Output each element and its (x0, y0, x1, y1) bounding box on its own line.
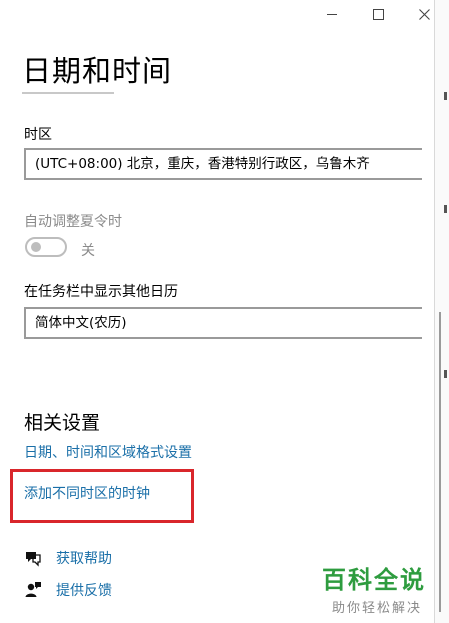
timezone-value: (UTC+08:00) 北京，重庆，香港特别行政区，乌鲁木齐 (35, 156, 370, 172)
minimize-button[interactable] (309, 0, 355, 28)
edge-mark (444, 370, 447, 378)
dst-toggle-state: 关 (81, 243, 95, 259)
edge-mark (444, 92, 447, 100)
toggle-knob (31, 242, 41, 252)
timezone-dropdown[interactable]: (UTC+08:00) 北京，重庆，香港特别行政区，乌鲁木齐 (24, 148, 422, 180)
timezone-label: 时区 (24, 127, 52, 143)
title-underline (22, 92, 114, 94)
calendar-label: 在任务栏中显示其他日历 (24, 284, 178, 300)
title-bar (0, 0, 449, 28)
watermark-main-text: 百科全说 (322, 566, 426, 594)
calendar-value: 简体中文(农历) (35, 315, 127, 331)
page-title: 日期和时间 (22, 54, 173, 88)
watermark: 百科全说 助你轻松解决 (322, 560, 442, 616)
maximize-icon (372, 8, 384, 20)
annotation-highlight-box (10, 469, 194, 523)
feedback-row[interactable]: 提供反馈 (24, 580, 112, 600)
watermark-sub-text: 助你轻松解决 (332, 601, 423, 616)
feedback-link[interactable]: 提供反馈 (56, 580, 112, 600)
close-icon (418, 8, 430, 20)
edge-mark (444, 205, 447, 213)
help-chat-icon (24, 549, 42, 567)
background-window-edge (434, 0, 449, 623)
get-help-row[interactable]: 获取帮助 (24, 548, 112, 568)
dst-toggle[interactable] (25, 237, 67, 257)
maximize-button[interactable] (355, 0, 401, 28)
region-format-link[interactable]: 日期、时间和区域格式设置 (24, 442, 192, 462)
minimize-icon (327, 13, 337, 15)
dst-label: 自动调整夏令时 (24, 214, 122, 230)
feedback-person-icon (24, 581, 42, 599)
calendar-dropdown[interactable]: 简体中文(农历) (24, 307, 422, 339)
related-settings-title: 相关设置 (24, 412, 101, 434)
get-help-link[interactable]: 获取帮助 (56, 548, 112, 568)
